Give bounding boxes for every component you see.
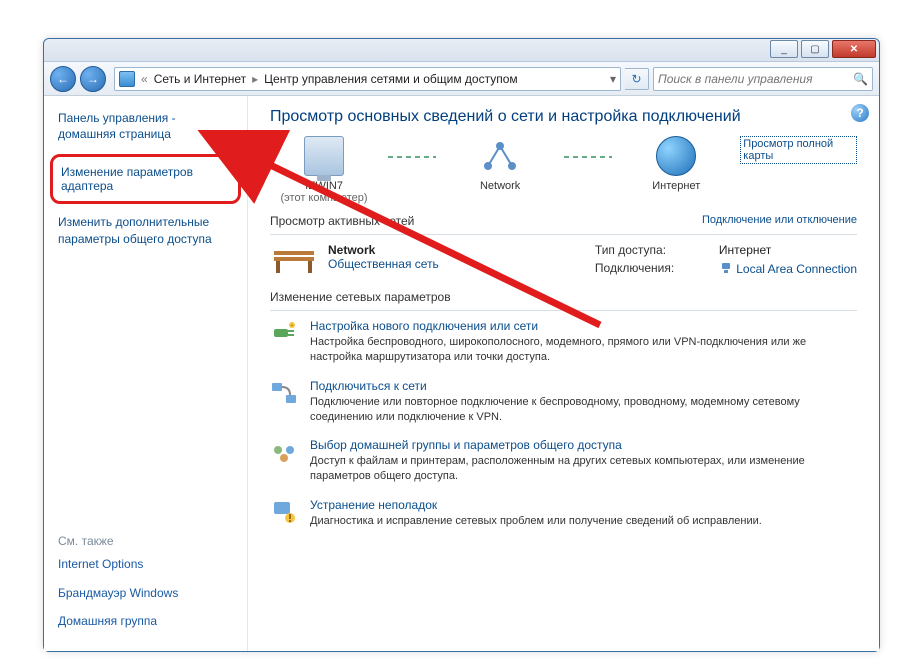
access-type-value: Интернет	[719, 243, 857, 257]
see-also-firewall[interactable]: Брандмауэр Windows	[58, 585, 233, 601]
titlebar: _ ▢ ✕	[44, 39, 879, 62]
task-desc: Доступ к файлам и принтерам, расположенн…	[310, 454, 857, 484]
task-desc: Подключение или повторное подключение к …	[310, 395, 857, 425]
monitor-icon	[304, 136, 344, 176]
view-full-map-link[interactable]: Просмотр полной карты	[740, 136, 857, 164]
network-type-link[interactable]: Общественная сеть	[328, 257, 439, 271]
lan-icon	[719, 261, 733, 275]
map-line	[564, 156, 612, 158]
page-heading: Просмотр основных сведений о сети и наст…	[270, 108, 857, 126]
task-diag: Устранение неполадок Диагностика и исправ…	[270, 498, 857, 529]
connections-label: Подключения:	[595, 261, 705, 276]
refresh-button[interactable]: ↻	[625, 68, 649, 90]
separator	[270, 234, 857, 235]
map-this-pc-name: IEWIN7	[270, 180, 378, 192]
see-also-title: См. также	[58, 534, 233, 548]
sidebar: Панель управления - домашняя страница Из…	[44, 96, 248, 651]
task-link[interactable]: Настройка нового подключения или сети	[310, 319, 857, 333]
diag-icon	[270, 498, 298, 529]
map-network-name: Network	[446, 180, 554, 192]
sidebar-advanced-sharing[interactable]: Изменить дополнительные параметры общего…	[58, 214, 233, 246]
help-icon[interactable]: ?	[851, 104, 869, 122]
globe-icon	[656, 136, 696, 176]
connection-link[interactable]: Local Area Connection	[736, 262, 857, 276]
task-cable: Подключиться к сети Подключение или повто…	[270, 379, 857, 425]
change-settings-title: Изменение сетевых параметров	[270, 290, 857, 304]
map-internet-name: Интернет	[622, 180, 730, 192]
window-body: Панель управления - домашняя страница Из…	[44, 96, 879, 651]
network-name: Network	[328, 243, 439, 257]
window: _ ▢ ✕ ← → « Сеть и Интернет ▸ Центр упра…	[43, 38, 880, 652]
map-this-pc: IEWIN7 (этот компьютер)	[270, 136, 378, 204]
search-icon: 🔍	[853, 72, 868, 86]
active-networks-title: Просмотр активных сетей Подключение или …	[270, 214, 857, 228]
task-link[interactable]: Выбор домашней группы и параметров общег…	[310, 438, 857, 452]
maximize-button[interactable]: ▢	[801, 40, 829, 58]
bench-icon	[270, 243, 318, 275]
sidebar-adapter-settings[interactable]: Изменение параметров адаптера	[50, 154, 241, 204]
search-box[interactable]: 🔍	[653, 67, 873, 91]
navbar: ← → « Сеть и Интернет ▸ Центр управления…	[44, 62, 879, 96]
chevron-right-icon: ▸	[252, 72, 258, 86]
map-network: Network	[446, 136, 554, 192]
task-link[interactable]: Подключиться к сети	[310, 379, 857, 393]
svg-text:+: +	[291, 323, 294, 329]
back-button[interactable]: ←	[50, 66, 76, 92]
see-also-internet-options[interactable]: Internet Options	[58, 556, 233, 572]
task-home: Выбор домашней группы и параметров общег…	[270, 438, 857, 484]
plug-icon: +	[270, 319, 298, 365]
map-internet: Интернет	[622, 136, 730, 192]
home-icon	[270, 438, 298, 484]
see-also-homegroup[interactable]: Домашняя группа	[58, 613, 233, 629]
breadcrumb-prefix: «	[141, 72, 148, 86]
forward-button[interactable]: →	[80, 66, 106, 92]
map-line	[388, 156, 436, 158]
task-desc: Настройка беспроводного, широкополосного…	[310, 335, 857, 365]
minimize-button[interactable]: _	[770, 40, 798, 58]
task-link[interactable]: Устранение неполадок	[310, 498, 762, 512]
address-dropdown-icon[interactable]: ▾	[610, 72, 616, 86]
control-panel-icon	[119, 71, 135, 87]
content-area: ? Просмотр основных сведений о сети и на…	[248, 96, 879, 651]
breadcrumb-seg2[interactable]: Центр управления сетями и общим доступом	[264, 72, 518, 86]
breadcrumb-seg1[interactable]: Сеть и Интернет	[154, 72, 246, 86]
connect-disconnect-link[interactable]: Подключение или отключение	[702, 214, 857, 226]
access-type-label: Тип доступа:	[595, 243, 705, 257]
sidebar-home[interactable]: Панель управления - домашняя страница	[58, 110, 233, 142]
network-icon	[480, 136, 520, 176]
network-details: Тип доступа: Интернет Подключения: Local…	[595, 243, 857, 276]
search-input[interactable]	[658, 72, 849, 86]
task-plug: + Настройка нового подключения или сети На…	[270, 319, 857, 365]
close-button[interactable]: ✕	[832, 40, 876, 58]
network-map: IEWIN7 (этот компьютер) Network Интернет…	[270, 136, 857, 204]
cable-icon	[270, 379, 298, 425]
separator	[270, 310, 857, 311]
active-network-block: Network Общественная сеть Тип доступа: И…	[270, 243, 857, 276]
map-this-pc-sub: (этот компьютер)	[270, 192, 378, 204]
address-bar[interactable]: « Сеть и Интернет ▸ Центр управления сет…	[114, 67, 621, 91]
task-desc: Диагностика и исправление сетевых пробле…	[310, 514, 762, 529]
